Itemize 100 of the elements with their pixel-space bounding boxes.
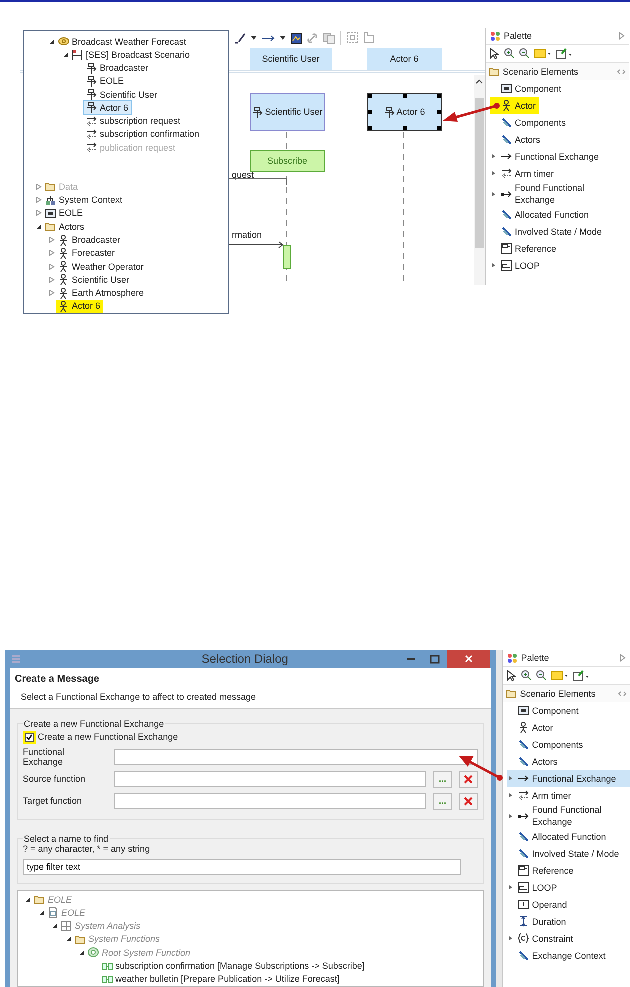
palette-item[interactable]: Arm timer xyxy=(490,165,557,182)
browse-button[interactable]: ... xyxy=(433,792,452,810)
palette-item[interactable]: Functional Exchange xyxy=(507,770,630,787)
collapsed-triangle-icon[interactable] xyxy=(49,237,55,243)
checkbox-label[interactable]: Create a new Functional Exchange xyxy=(38,732,178,742)
palette-item[interactable]: Actors xyxy=(490,131,544,148)
pencil-icon[interactable] xyxy=(234,32,246,44)
tree-item[interactable]: EOLE xyxy=(43,206,86,220)
palette-item[interactable]: LOOP xyxy=(507,879,560,896)
collapse-icon[interactable] xyxy=(618,690,627,696)
palette-item[interactable]: Functional Exchange xyxy=(490,148,602,165)
collapse-icon[interactable] xyxy=(617,68,626,74)
palette-item[interactable]: Actor xyxy=(507,719,556,736)
expanded-triangle-icon[interactable] xyxy=(49,38,55,45)
palette-item[interactable]: Arm timer xyxy=(507,787,574,804)
collapsed-triangle-icon[interactable] xyxy=(36,197,42,204)
tree-item[interactable]: EOLE xyxy=(84,74,126,88)
tree-item[interactable]: subscription confirmation xyxy=(84,128,202,141)
collapsed-triangle-icon[interactable] xyxy=(509,793,514,798)
collapsed-triangle-icon[interactable] xyxy=(492,171,496,176)
palette-item[interactable]: Components xyxy=(507,736,586,753)
zoom-in-icon[interactable] xyxy=(504,48,515,59)
pointer-icon[interactable] xyxy=(507,670,518,682)
drawer-header[interactable]: Scenario Elements xyxy=(486,63,629,80)
caret-icon[interactable] xyxy=(280,36,286,40)
tree-item[interactable]: Weather Operator xyxy=(56,260,146,274)
collapsed-triangle-icon[interactable] xyxy=(492,192,496,196)
tree-item[interactable]: Forecaster xyxy=(56,246,118,260)
triangle-icon[interactable] xyxy=(619,32,625,40)
caret-icon[interactable] xyxy=(251,36,257,40)
palette-item[interactable]: Actors xyxy=(507,753,561,770)
collapsed-triangle-icon[interactable] xyxy=(509,885,514,890)
lifeline-box[interactable]: Scientific User xyxy=(250,93,325,131)
folder-icon xyxy=(34,894,45,906)
palette-item[interactable]: Actor xyxy=(490,97,540,114)
clear-button[interactable] xyxy=(459,792,478,810)
tree-item[interactable]: System Context xyxy=(43,194,125,207)
collapsed-triangle-icon[interactable] xyxy=(49,250,55,256)
tree-item[interactable]: subscription request xyxy=(84,114,183,128)
pointer-icon[interactable] xyxy=(490,48,500,60)
input-field[interactable] xyxy=(114,748,478,765)
tree-item[interactable]: Actor 6 xyxy=(84,101,131,114)
expanded-triangle-icon[interactable] xyxy=(63,52,69,58)
collapsed-triangle-icon[interactable] xyxy=(49,264,55,270)
collapsed-triangle-icon[interactable] xyxy=(492,263,496,268)
drawer-header[interactable]: Scenario Elements xyxy=(503,685,630,702)
browse-button[interactable]: ... xyxy=(433,770,452,788)
pin-icon[interactable] xyxy=(556,48,574,59)
zoom-out-icon[interactable] xyxy=(536,670,548,681)
scenario-icon xyxy=(72,49,83,60)
tree-item[interactable]: [SES] Broadcast Scenario xyxy=(70,48,192,62)
tree-item[interactable]: Scientific User xyxy=(84,88,160,102)
close-button[interactable] xyxy=(447,650,490,668)
scrollbar[interactable] xyxy=(474,75,485,285)
tree-item[interactable]: Broadcast Weather Forecast xyxy=(56,35,188,48)
palette-item[interactable]: LOOP xyxy=(490,257,544,274)
collapsed-triangle-icon[interactable] xyxy=(509,936,514,941)
palette-item[interactable]: Allocated Function xyxy=(490,206,592,223)
input-field[interactable] xyxy=(114,793,426,810)
collapsed-triangle-icon[interactable] xyxy=(49,276,55,283)
zoom-out-icon[interactable] xyxy=(519,48,530,59)
palette-item[interactable]: Involved State / Mode xyxy=(507,845,622,862)
tree-item[interactable]: Broadcaster xyxy=(56,234,123,246)
palette-item[interactable]: Component xyxy=(490,80,565,97)
collapsed-triangle-icon[interactable] xyxy=(509,776,514,781)
collapsed-triangle-icon[interactable] xyxy=(492,154,496,159)
palette-item[interactable]: Exchange Context xyxy=(507,947,609,964)
palette-item[interactable]: Constraint xyxy=(507,930,576,947)
tree-item[interactable]: Earth Atmosphere xyxy=(56,286,146,300)
clear-button[interactable] xyxy=(459,770,478,788)
scroll-up-icon[interactable] xyxy=(476,79,483,84)
tree-item[interactable]: Actors xyxy=(43,220,87,234)
execution-box[interactable]: Subscribe xyxy=(250,150,325,172)
zoom-in-icon[interactable] xyxy=(521,670,532,681)
collapsed-triangle-icon[interactable] xyxy=(36,210,42,216)
arrow-icon[interactable] xyxy=(262,34,275,42)
lifeline-box[interactable]: Actor 6 xyxy=(367,93,442,131)
collapsed-triangle-icon[interactable] xyxy=(36,184,42,190)
tree-item[interactable]: Actor 6 xyxy=(56,300,103,313)
image-icon[interactable] xyxy=(291,32,302,44)
palette-item[interactable]: Reference xyxy=(507,862,577,879)
palette-item[interactable]: Components xyxy=(490,114,570,131)
expanded-triangle-icon[interactable] xyxy=(36,224,42,230)
input-field[interactable] xyxy=(114,771,426,788)
palette-item[interactable]: Allocated Function xyxy=(507,828,610,845)
triangle-icon[interactable] xyxy=(620,654,626,662)
palette-item[interactable]: Involved State / Mode xyxy=(490,223,606,240)
palette-item[interactable]: Duration xyxy=(507,913,570,930)
palette-item[interactable]: Operand xyxy=(507,896,570,913)
palette-item[interactable]: Found Functional Exchange xyxy=(490,182,626,206)
tree-item[interactable]: Scientific User xyxy=(56,273,132,286)
filter-field[interactable]: type filter text xyxy=(23,858,461,875)
palette-item[interactable]: Found Functional Exchange xyxy=(507,804,630,828)
checkbox[interactable] xyxy=(23,730,36,744)
collapsed-triangle-icon[interactable] xyxy=(509,814,514,818)
palette-item[interactable]: Reference xyxy=(490,240,560,257)
pin-icon[interactable] xyxy=(573,670,592,681)
palette-item[interactable]: Component xyxy=(507,702,582,719)
collapsed-triangle-icon[interactable] xyxy=(49,290,55,296)
tree-item[interactable]: Broadcaster xyxy=(84,62,151,75)
